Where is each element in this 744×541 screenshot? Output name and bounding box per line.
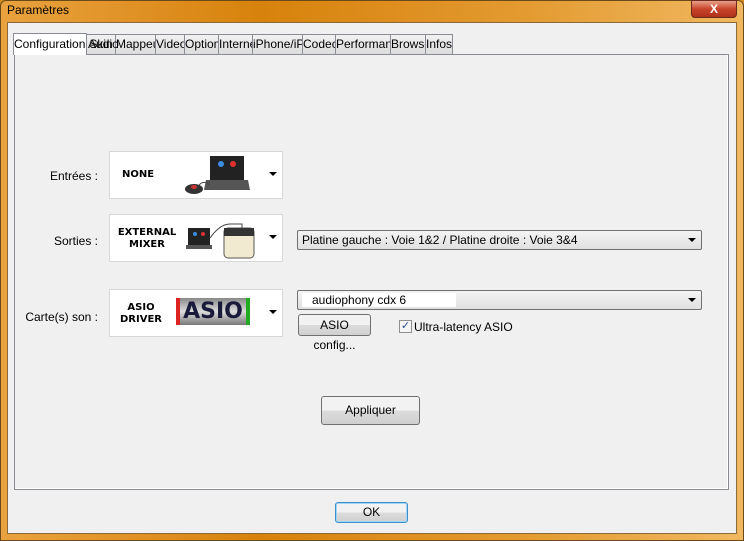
- chevron-down-icon: [688, 298, 696, 302]
- laptop-mixer-icon: [186, 223, 255, 259]
- apply-button[interactable]: Appliquer: [321, 396, 420, 425]
- tab-mappeurs[interactable]: Mappeurs: [115, 34, 169, 54]
- chevron-down-icon: [269, 235, 277, 239]
- tab-video[interactable]: Video: [155, 34, 186, 54]
- tab-configuration-audio[interactable]: Configuration Audio: [13, 33, 119, 55]
- outputs-value-line2: MIXER: [129, 239, 165, 250]
- window-title: Paramètres: [7, 3, 70, 17]
- tab-codecs[interactable]: Codecs: [302, 34, 344, 54]
- soundcard-value-line1: ASIO: [127, 302, 155, 313]
- laptop-mouse-icon: [185, 156, 250, 194]
- soundcard-device-dropdown[interactable]: audiophony cdx 6: [297, 290, 702, 310]
- tab-options[interactable]: Options: [184, 34, 226, 54]
- inputs-selector[interactable]: NONE: [109, 151, 283, 199]
- inputs-label: Entrées :: [49, 169, 98, 183]
- outputs-value-line1: EXTERNAL: [117, 227, 177, 238]
- ok-button[interactable]: OK: [335, 502, 408, 523]
- tab-browser[interactable]: Browser: [390, 34, 435, 54]
- output-routing-dropdown[interactable]: Platine gauche : Voie 1&2 / Platine droi…: [297, 230, 702, 250]
- tab-infos[interactable]: Infos: [425, 34, 453, 54]
- output-routing-value: Platine gauche : Voie 1&2 / Platine droi…: [302, 233, 578, 247]
- chevron-down-icon: [688, 238, 696, 242]
- close-button[interactable]: X: [691, 0, 737, 18]
- tab-performances[interactable]: Performances: [335, 34, 411, 54]
- asio-logo: ASIO: [176, 298, 250, 325]
- soundcard-selector[interactable]: ASIO DRIVER ASIO: [109, 289, 283, 337]
- soundcard-value-line2: DRIVER: [120, 314, 162, 325]
- asio-config-button[interactable]: ASIO config...: [298, 314, 371, 352]
- chevron-down-icon: [269, 172, 277, 176]
- outputs-label: Sorties :: [53, 234, 98, 248]
- tab-iphone-ipad[interactable]: iPhone/iPad: [252, 34, 318, 54]
- ultra-latency-checkbox[interactable]: ✓: [399, 320, 412, 333]
- inputs-value: NONE: [122, 169, 155, 180]
- ultra-latency-label: Ultra-latency ASIO: [414, 320, 513, 334]
- soundcard-device-value: audiophony cdx 6: [302, 293, 457, 307]
- soundcard-label: Carte(s) son :: [25, 310, 98, 324]
- chevron-down-icon: [269, 310, 277, 314]
- tab-internet[interactable]: Internet: [218, 34, 260, 54]
- outputs-selector[interactable]: EXTERNAL MIXER: [109, 214, 283, 262]
